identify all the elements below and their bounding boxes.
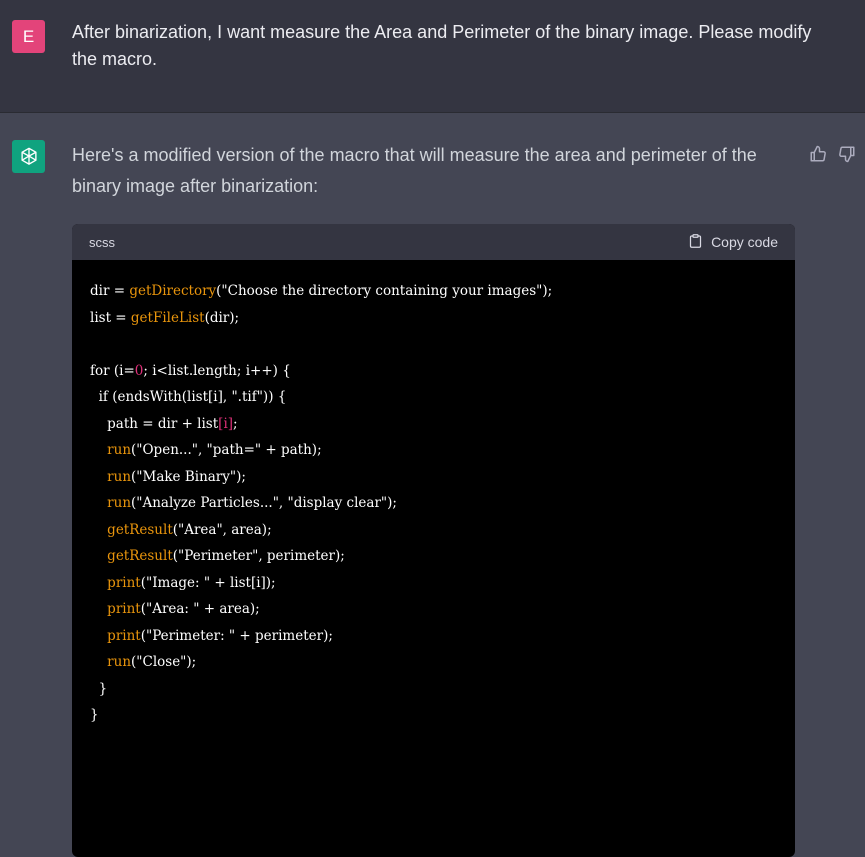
code-line: for (i=0; i<list.length; i++) { (90, 358, 777, 385)
code-line: run("Make Binary"); (90, 464, 777, 491)
code-block: scss Copy code dir = getDirectory("Choos… (72, 224, 795, 857)
code-token: ("Analyze Particles...", "display clear"… (131, 495, 397, 511)
code-token: ("Area", area); (172, 521, 272, 538)
copy-code-button[interactable]: Copy code (688, 233, 778, 252)
copy-code-label: Copy code (711, 234, 778, 250)
code-token: getDirectory (129, 283, 217, 299)
code-token: list = (90, 309, 131, 326)
code-token: ; (233, 415, 238, 432)
code-token: ("Perimeter: " + perimeter); (140, 627, 333, 644)
code-token: } (90, 680, 108, 697)
code-token: } (90, 707, 99, 723)
code-token: getResult (107, 548, 173, 564)
code-line: run("Close"); (90, 649, 777, 676)
code-token: run (107, 495, 132, 511)
code-token: run (107, 654, 132, 670)
code-token: print (107, 601, 141, 617)
code-line: } (90, 702, 777, 729)
thumbs-up-icon[interactable] (808, 144, 827, 163)
openai-logo-icon (12, 140, 45, 173)
code-token: for (i= (90, 362, 135, 379)
assistant-message: Here's a modified version of the macro t… (0, 113, 865, 857)
assistant-message-text: Here's a modified version of the macro t… (72, 145, 757, 196)
code-token: getFileList (130, 309, 205, 326)
code-line: list = getFileList(dir); (90, 305, 777, 332)
code-line: path = dir + list[i]; (90, 411, 777, 438)
code-token: print (107, 574, 141, 591)
user-avatar: E (12, 20, 45, 53)
code-token: dir = (90, 283, 130, 299)
code-token: run (107, 468, 132, 485)
code-line: getResult("Perimeter", perimeter); (90, 543, 777, 570)
code-line: run("Analyze Particles...", "display cle… (90, 490, 777, 517)
code-line: if (endsWith(list[i], ".tif")) { (90, 384, 777, 411)
thumbs-down-icon[interactable] (837, 144, 856, 163)
code-token: ; i<list.length; i++) { (143, 362, 291, 379)
code-line: } (90, 676, 777, 703)
code-token: ("Open...", "path=" + path); (131, 442, 322, 458)
code-line: getResult("Area", area); (90, 517, 777, 544)
code-line: print("Image: " + list[i]); (90, 570, 777, 597)
code-token: getResult (107, 521, 173, 538)
code-token: run (107, 442, 132, 458)
code-token: (dir); (204, 309, 240, 326)
code-token: ("Area: " + area); (140, 601, 260, 617)
code-token: ("Choose the directory containing your i… (216, 283, 553, 299)
code-line: print("Area: " + area); (90, 596, 777, 623)
code-token: ("Image: " + list[i]); (140, 574, 276, 591)
code-token: ("Make Binary"); (131, 468, 246, 485)
code-body[interactable]: dir = getDirectory("Choose the directory… (72, 260, 795, 747)
code-line: print("Perimeter: " + perimeter); (90, 623, 777, 650)
code-line: run("Open...", "path=" + path); (90, 437, 777, 464)
user-message: E After binarization, I want measure the… (0, 0, 865, 113)
code-token: [i] (218, 415, 234, 432)
code-token: if (endsWith(list[i], ".tif")) { (90, 389, 287, 405)
code-token: ("Close"); (131, 654, 197, 670)
code-line: dir = getDirectory("Choose the directory… (90, 278, 777, 305)
code-token: ("Perimeter", perimeter); (172, 548, 345, 564)
clipboard-icon (688, 233, 703, 252)
code-language-label: scss (89, 234, 115, 250)
user-message-text: After binarization, I want measure the A… (72, 22, 812, 69)
code-token: path = dir + list (90, 415, 219, 432)
feedback-controls (808, 144, 856, 163)
code-token: print (107, 627, 141, 644)
code-header: scss Copy code (72, 224, 795, 260)
